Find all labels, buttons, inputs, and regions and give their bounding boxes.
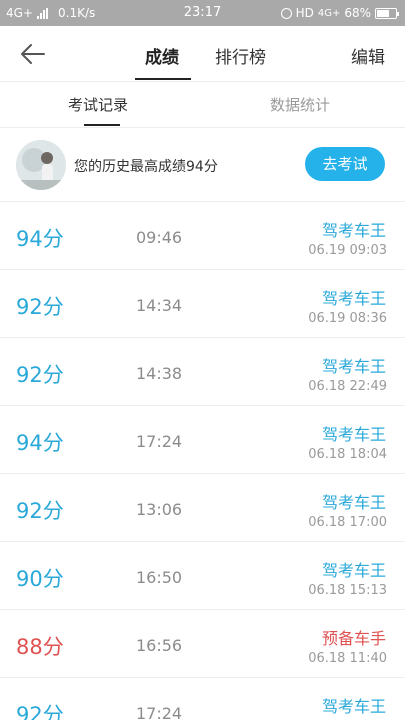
record-date: 06.18 22:49 <box>308 379 387 394</box>
tab-active-indicator <box>135 78 191 80</box>
tab-scores[interactable]: 成绩 <box>145 43 179 68</box>
subtab-active-indicator <box>84 124 120 126</box>
record-title: 驾考车王 <box>321 357 386 376</box>
record-date: 06.18 17:00 <box>308 515 387 530</box>
status-bar: 4G+ 0.1K/s 23:17 HD 4G+ 68% <box>0 0 405 26</box>
record-date: 06.18 11:40 <box>308 651 387 666</box>
record-duration: 17:24 <box>136 432 183 451</box>
exam-record-row[interactable]: 88分 16:56 预备车手 06.18 11:40 <box>0 610 405 678</box>
record-score: 94分 <box>16 227 64 251</box>
record-score: 92分 <box>16 363 64 387</box>
record-duration: 13:06 <box>136 500 183 519</box>
record-title: 驾考车王 <box>321 221 386 240</box>
avatar <box>16 140 66 190</box>
take-exam-button[interactable]: 去考试 <box>305 147 385 181</box>
battery-percent: 68% <box>344 6 371 20</box>
exam-record-list: 94分 09:46 驾考车王 06.19 09:03 92分 14:34 驾考车王 06.19… <box>0 202 405 720</box>
exam-record-row[interactable]: 92分 14:38 驾考车王 06.18 22:49 <box>0 338 405 406</box>
record-title: 预备车手 <box>321 629 386 648</box>
subtab-statistics[interactable]: 数据统计 <box>270 94 330 115</box>
tab-ranking[interactable]: 排行榜 <box>215 43 266 68</box>
record-score: 92分 <box>16 295 64 319</box>
record-title: 驾考车王 <box>321 289 386 308</box>
record-title: 驾考车王 <box>321 561 386 580</box>
exam-record-row[interactable]: 94分 09:46 驾考车王 06.19 09:03 <box>0 202 405 270</box>
back-button[interactable] <box>18 40 48 68</box>
record-date: 06.18 15:13 <box>308 583 387 598</box>
battery-icon <box>375 7 399 19</box>
exam-record-row[interactable]: 94分 17:24 驾考车王 06.18 18:04 <box>0 406 405 474</box>
subtab-exam-records[interactable]: 考试记录 <box>68 94 128 115</box>
record-title: 驾考车王 <box>321 493 386 512</box>
exam-record-row[interactable]: 92分 17:24 驾考车王 <box>0 678 405 720</box>
record-score: 90分 <box>16 567 64 591</box>
alarm-icon <box>280 7 292 19</box>
record-score: 94分 <box>16 431 64 455</box>
record-duration: 16:56 <box>136 636 183 655</box>
record-title: 驾考车王 <box>321 697 386 716</box>
network-type-right: 4G+ <box>317 7 341 19</box>
record-date: 06.18 18:04 <box>308 447 387 462</box>
record-duration: 16:50 <box>136 568 183 587</box>
status-right: HD 4G+ 68% <box>280 6 399 20</box>
hd-indicator: HD <box>295 6 314 20</box>
best-score-text: 您的历史最高成绩94分 <box>74 159 218 175</box>
record-title: 驾考车王 <box>321 425 386 444</box>
record-score: 92分 <box>16 499 64 523</box>
record-duration: 14:38 <box>136 364 183 383</box>
sub-tabs: 考试记录 数据统计 <box>0 82 405 128</box>
back-arrow-icon <box>21 44 45 64</box>
exam-record-row[interactable]: 92分 14:34 驾考车王 06.19 08:36 <box>0 270 405 338</box>
record-score: 88分 <box>16 635 64 659</box>
record-score: 92分 <box>16 703 64 720</box>
avatar-image <box>16 140 66 190</box>
best-score-card: 您的历史最高成绩94分 去考试 <box>0 128 405 202</box>
record-duration: 14:34 <box>136 296 183 315</box>
record-date: 06.19 08:36 <box>308 311 387 326</box>
record-date: 06.19 09:03 <box>308 243 387 258</box>
record-duration: 09:46 <box>136 228 183 247</box>
record-duration: 17:24 <box>136 704 183 720</box>
edit-button[interactable]: 编辑 <box>351 43 385 68</box>
title-bar: 成绩 排行榜 编辑 <box>0 26 405 82</box>
exam-record-row[interactable]: 90分 16:50 驾考车王 06.18 15:13 <box>0 542 405 610</box>
exam-record-row[interactable]: 92分 13:06 驾考车王 06.18 17:00 <box>0 474 405 542</box>
